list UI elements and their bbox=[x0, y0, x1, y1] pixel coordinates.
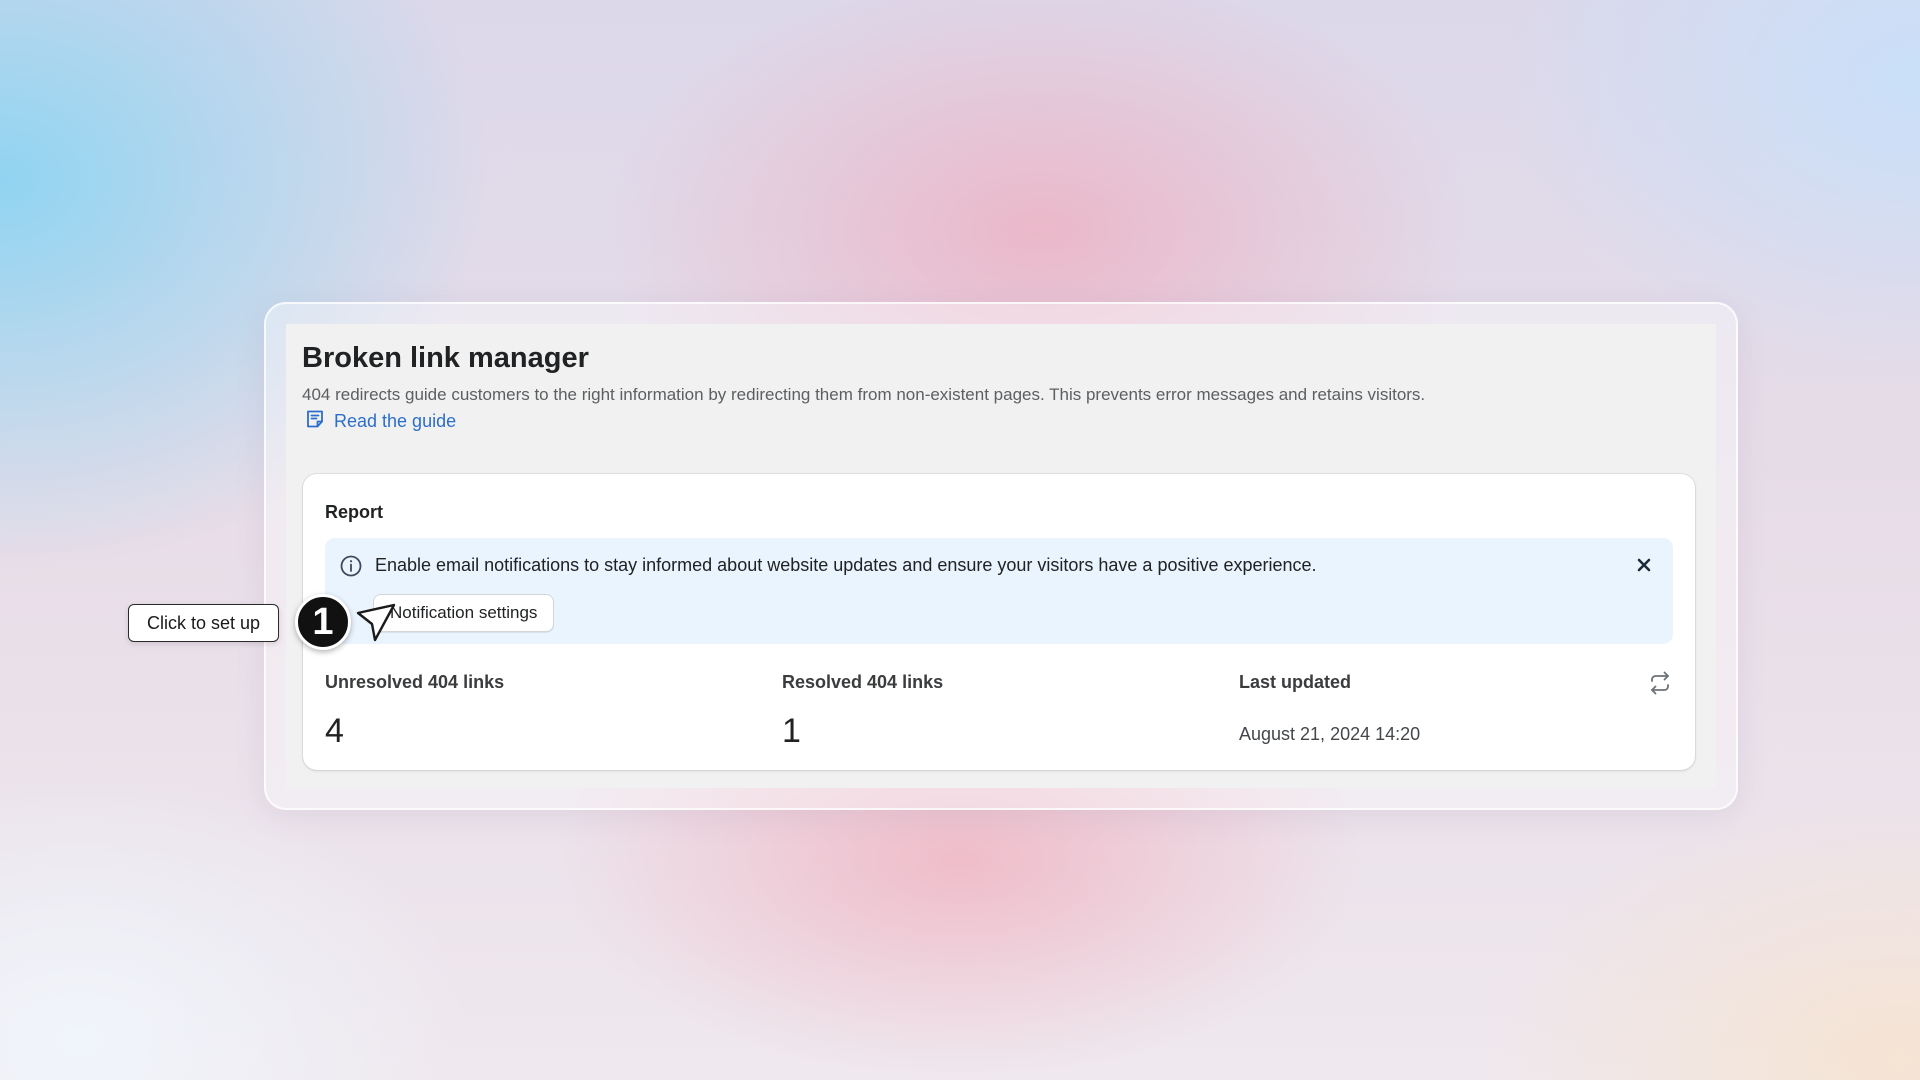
pointer-cursor-icon bbox=[354, 600, 400, 646]
read-guide-label: Read the guide bbox=[334, 411, 457, 431]
stat-label-unresolved: Unresolved 404 links bbox=[325, 672, 505, 692]
stat-value-resolved: 1 bbox=[782, 712, 801, 750]
broken-link-manager-panel: Broken link manager 404 redirects guide … bbox=[286, 324, 1716, 788]
resolved-links-stat: Resolved 404 links 1 bbox=[782, 672, 944, 750]
stat-value-last-updated: August 21, 2024 14:20 bbox=[1239, 724, 1421, 744]
banner-message: Enable email notifications to stay infor… bbox=[375, 555, 1317, 575]
close-icon[interactable] bbox=[1633, 554, 1655, 576]
info-icon bbox=[339, 554, 363, 578]
notification-banner: Enable email notifications to stay infor… bbox=[325, 538, 1673, 644]
refresh-icon[interactable] bbox=[1647, 670, 1673, 696]
read-guide-link[interactable]: Read the guide bbox=[304, 408, 456, 435]
report-title: Report bbox=[325, 502, 383, 522]
stat-label-last-updated: Last updated bbox=[1239, 672, 1352, 692]
report-card: Report Enable email notifications to sta… bbox=[303, 474, 1695, 770]
guide-icon bbox=[304, 408, 326, 435]
step-number-badge: 1 bbox=[295, 594, 351, 650]
unresolved-links-stat: Unresolved 404 links 4 bbox=[325, 672, 505, 750]
page-description: 404 redirects guide customers to the rig… bbox=[302, 385, 1426, 404]
page-title: Broken link manager bbox=[302, 342, 589, 374]
notification-settings-button[interactable]: Notification settings bbox=[373, 594, 555, 632]
click-to-set-up-callout: Click to set up bbox=[128, 604, 280, 642]
stat-value-unresolved: 4 bbox=[325, 712, 344, 750]
stat-label-resolved: Resolved 404 links bbox=[782, 672, 944, 692]
last-updated-stat: Last updated August 21, 2024 14:20 bbox=[1239, 672, 1420, 744]
